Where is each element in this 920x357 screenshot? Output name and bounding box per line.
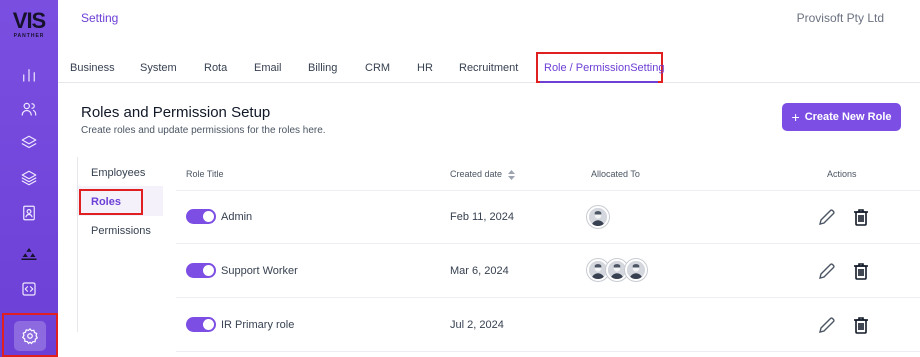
edit-icon[interactable]	[817, 261, 837, 281]
sort-icon[interactable]	[507, 169, 515, 180]
settings-icon[interactable]	[14, 321, 46, 351]
header-created-date-label: Created date	[450, 169, 503, 179]
tab-billing[interactable]: Billing	[308, 62, 337, 74]
stack-icon[interactable]	[17, 166, 41, 190]
company-name: Provisoft Pty Ltd	[796, 11, 884, 25]
users-icon[interactable]	[17, 97, 41, 121]
role-enabled-toggle[interactable]	[186, 263, 216, 278]
tab-rota[interactable]: Rota	[204, 62, 227, 74]
create-new-role-label: Create New Role	[804, 111, 892, 123]
header-created-date[interactable]: Created date	[450, 169, 515, 180]
created-date: Jul 2, 2024	[450, 319, 504, 331]
brand-logo[interactable]: VIS PANTHER	[8, 10, 50, 46]
hierarchy-icon[interactable]	[17, 242, 41, 266]
settings-tabs: Business System Rota Email Billing CRM H…	[58, 52, 920, 83]
bar-chart-icon[interactable]	[17, 63, 41, 87]
tab-recruitment[interactable]: Recruitment	[459, 62, 518, 74]
logo-text: VIS	[12, 8, 46, 33]
table-divider	[176, 243, 920, 244]
edit-icon[interactable]	[817, 315, 837, 335]
code-icon[interactable]	[17, 277, 41, 301]
tab-hr[interactable]: HR	[417, 62, 433, 74]
subnav-roles-highlight	[79, 189, 143, 215]
plus-icon: +	[791, 109, 800, 125]
delete-icon[interactable]	[851, 261, 871, 281]
created-date: Mar 6, 2024	[450, 265, 509, 277]
tab-crm[interactable]: CRM	[365, 62, 390, 74]
active-tab-underline	[540, 81, 658, 83]
role-title: Support Worker	[221, 265, 298, 277]
header-allocated-to: Allocated To	[591, 169, 640, 179]
tab-role-permission-setting[interactable]: Role / PermissionSetting	[544, 62, 664, 74]
page-title: Setting	[81, 11, 119, 25]
tab-business[interactable]: Business	[70, 62, 115, 74]
subnav-employees[interactable]: Employees	[91, 167, 145, 179]
table-divider	[176, 297, 920, 298]
contact-book-icon[interactable]	[17, 201, 41, 225]
tab-email[interactable]: Email	[254, 62, 282, 74]
sidebar: VIS PANTHER	[0, 0, 58, 357]
delete-icon[interactable]	[851, 315, 871, 335]
section-subtitle: Create roles and update permissions for …	[81, 125, 326, 136]
avatar	[625, 259, 647, 281]
tab-system[interactable]: System	[140, 62, 177, 74]
role-title: Admin	[221, 211, 253, 223]
table-divider	[176, 351, 920, 352]
avatar	[587, 206, 609, 228]
role-enabled-toggle[interactable]	[186, 209, 216, 224]
role-enabled-toggle[interactable]	[186, 317, 216, 332]
settings-highlight	[2, 313, 58, 357]
edit-icon[interactable]	[817, 207, 837, 227]
layers-icon[interactable]	[17, 131, 41, 155]
header-role-title: Role Title	[186, 169, 224, 179]
roles-subnav: Employees Roles Permissions	[77, 157, 163, 332]
created-date: Feb 11, 2024	[450, 211, 515, 223]
logo-subtext: PANTHER	[13, 33, 45, 39]
section-title: Roles and Permission Setup	[81, 104, 271, 121]
delete-icon[interactable]	[851, 207, 871, 227]
role-title: IR Primary role	[221, 319, 295, 331]
table-divider	[176, 190, 920, 191]
header-actions: Actions	[827, 169, 857, 179]
create-new-role-button[interactable]: + Create New Role	[782, 103, 901, 131]
subnav-permissions[interactable]: Permissions	[91, 225, 151, 237]
